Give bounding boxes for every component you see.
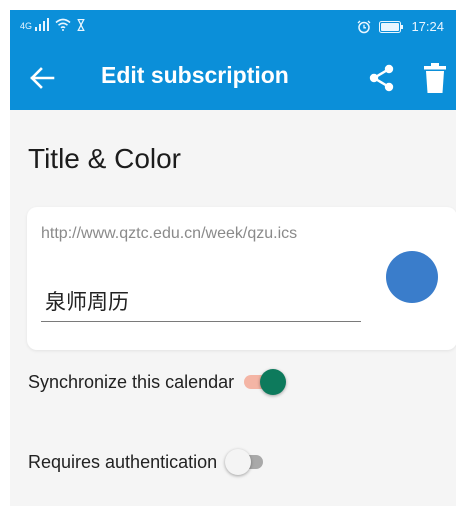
auth-toggle[interactable] [225,449,269,475]
subscription-url: http://www.qztc.edu.cn/week/qzu.ics [41,225,298,242]
trash-icon[interactable] [423,63,447,93]
sync-label: Synchronize this calendar [28,371,235,392]
status-bar: 4G 17:24 [10,10,456,46]
battery-icon [379,20,404,33]
arrow-back-icon[interactable] [28,64,56,92]
app-bar-title: Edit subscription [101,62,289,88]
color-picker-button[interactable] [386,251,438,303]
signal-icon [35,18,50,31]
calendar-name-field[interactable] [41,280,361,322]
section-title: Title & Color [28,143,182,174]
subscription-card: http://www.qztc.edu.cn/week/qzu.ics [27,207,456,350]
auth-toggle-thumb [225,449,252,475]
sync-toggle-thumb [260,369,287,395]
sync-toggle[interactable] [244,369,287,395]
app-screen: 4G 17:24 Edit subscription Title & Color… [10,10,456,506]
auth-label: Requires authentication [28,451,218,472]
hourglass-icon [77,19,85,31]
wifi-icon [55,18,71,31]
status-right-group: 17:24 [357,19,444,34]
share-icon[interactable] [367,63,397,93]
status-time: 17:24 [411,19,444,34]
alarm-icon [357,20,371,33]
sync-setting-row: Synchronize this calendar [28,367,287,397]
app-bar: Edit subscription [10,46,456,110]
auth-setting-row: Requires authentication [28,447,269,477]
status-left-group: 4G [20,18,85,31]
network-type-label: 4G [20,21,33,31]
